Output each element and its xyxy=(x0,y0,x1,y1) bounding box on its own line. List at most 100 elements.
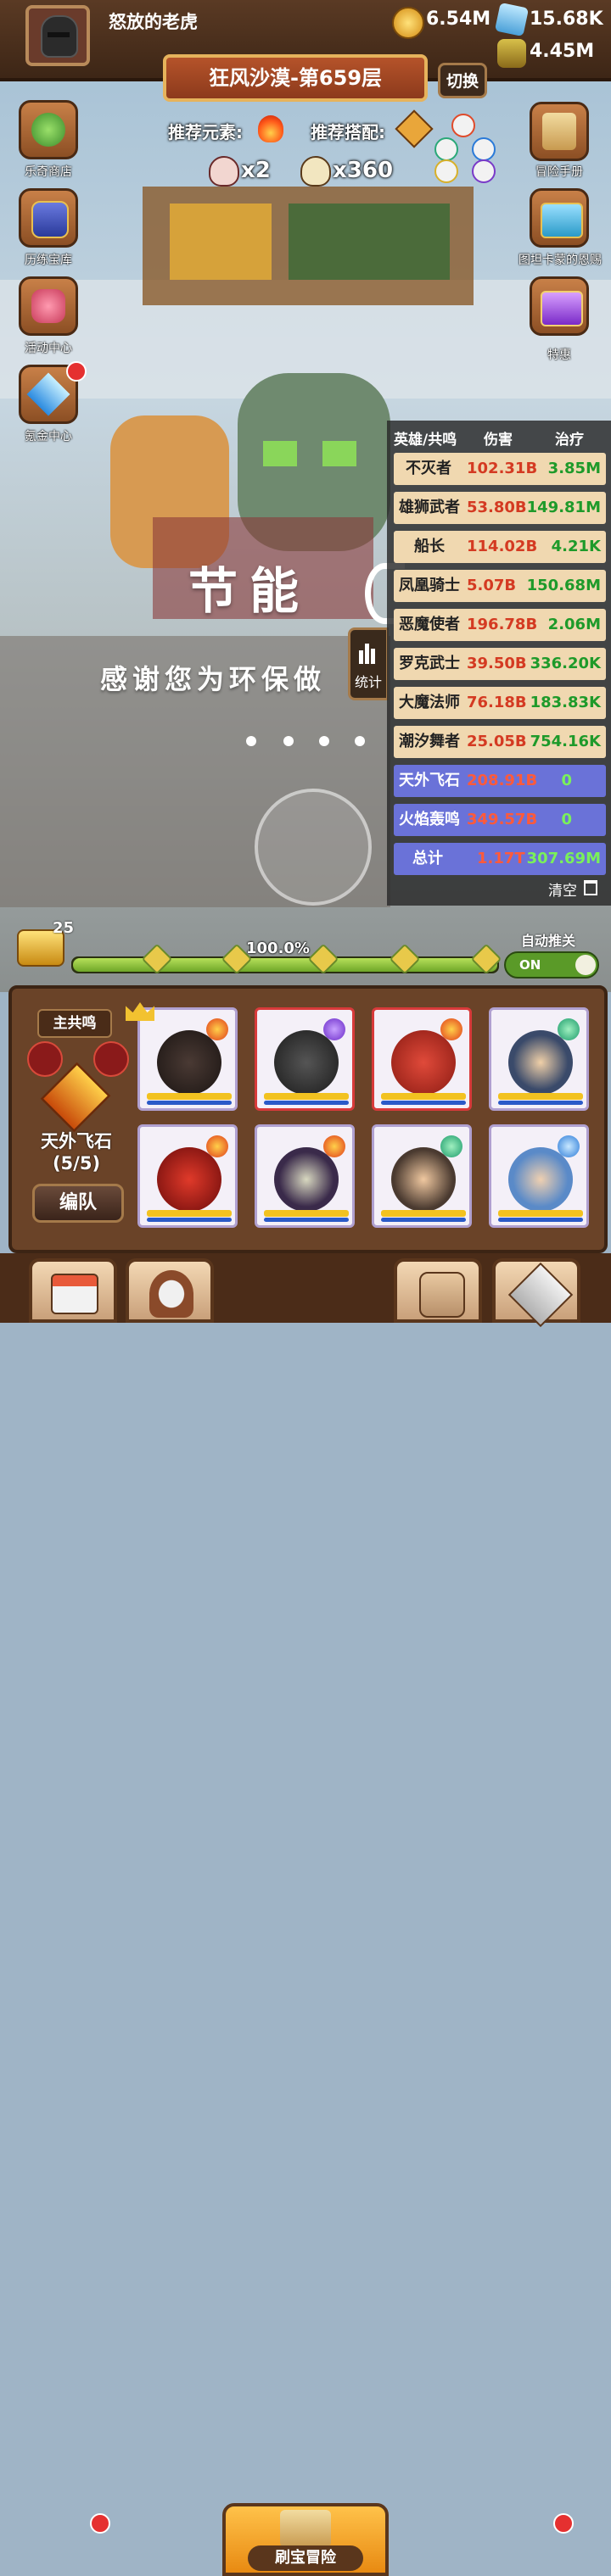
vault-icon xyxy=(31,201,69,238)
switch-level-button[interactable]: 切换 xyxy=(438,63,487,98)
crystal-amount: 15.68K xyxy=(530,8,603,30)
flower-bouquet-icon xyxy=(31,289,65,323)
notification-dot xyxy=(66,361,87,382)
skull-icon xyxy=(209,156,239,187)
row-name: 潮汐舞者 xyxy=(399,733,460,750)
resonance-name: 天外飞石 xyxy=(41,1131,112,1151)
lucky-shop-button[interactable] xyxy=(19,100,78,159)
level-banner: 狂风沙漠-第659层 xyxy=(163,54,428,102)
stats-row: 雄狮武者 53.80B 149.81M xyxy=(394,492,606,524)
toggle-knob xyxy=(575,955,596,975)
nav-adventure-label: 刷宝冒险 xyxy=(248,2545,363,2571)
shop-icon xyxy=(51,1274,98,1314)
adventure-manual-button[interactable] xyxy=(530,102,589,161)
hero-card[interactable] xyxy=(372,1124,472,1228)
nav-forge[interactable] xyxy=(492,1258,580,1328)
hero-hp-bar xyxy=(264,1210,349,1217)
clear-button[interactable]: 清空 xyxy=(548,878,597,900)
adventure-manual-label: 冒险手册 xyxy=(535,165,583,179)
nav-backpack[interactable] xyxy=(394,1258,482,1323)
nav-treasure-adventure[interactable]: 刷宝冒险 xyxy=(222,2503,389,2576)
event-center-button[interactable] xyxy=(19,276,78,336)
event-center-label: 活动中心 xyxy=(25,342,72,355)
trash-icon xyxy=(584,880,597,895)
hero-card[interactable] xyxy=(489,1124,589,1228)
row-heal: 0 xyxy=(561,811,572,828)
water-element-icon xyxy=(558,1135,580,1157)
potion-amount: 4.45M xyxy=(530,41,595,62)
hero-portrait xyxy=(157,1147,221,1212)
level-title: 狂风沙漠-第659层 xyxy=(208,66,383,90)
stats-row: 凤凰骑士 5.07B 150.68M xyxy=(394,570,606,602)
hero-card[interactable] xyxy=(137,1007,238,1111)
fire-element-icon xyxy=(440,1018,462,1040)
hero-card[interactable] xyxy=(489,1007,589,1111)
row-name: 罗克武士 xyxy=(399,655,460,672)
notification-dot xyxy=(553,2513,574,2534)
gift-chest-icon xyxy=(541,291,583,326)
hero-card[interactable] xyxy=(137,1124,238,1228)
hero-hp-bar xyxy=(147,1210,232,1217)
row-damage: 196.78B xyxy=(467,616,538,633)
formation-button[interactable]: 编队 xyxy=(32,1184,124,1223)
skull-count-normal: x360 xyxy=(333,158,394,183)
special-offer-button[interactable] xyxy=(530,276,589,336)
hero-portrait xyxy=(274,1147,339,1212)
stats-row: 恶魔使者 196.78B 2.06M xyxy=(394,609,606,641)
special-offer-label: 特惠 xyxy=(547,348,571,362)
hero-hp-bar xyxy=(498,1210,583,1217)
auto-advance-toggle[interactable]: ON xyxy=(504,951,599,979)
auto-advance-label: 自动推关 xyxy=(521,933,576,949)
row-name: 凤凰骑士 xyxy=(399,577,460,594)
resonance-skill-icon[interactable] xyxy=(93,1041,129,1077)
hero-hp-bar xyxy=(147,1093,232,1100)
recommend-combo-label: 推荐搭配: xyxy=(311,122,385,142)
row-damage: 208.91B xyxy=(467,772,538,789)
hero-portrait xyxy=(391,1030,456,1095)
skull-icon xyxy=(300,156,331,187)
diamond-icon xyxy=(26,372,70,416)
row-heal: 150.68M xyxy=(526,577,601,594)
row-heal: 2.06M xyxy=(547,616,601,633)
damage-stats-panel: 英雄/共鸣 伤害 治疗 不灭者 102.31B 3.85M 雄狮武者 53.80… xyxy=(387,421,611,906)
recommend-element-label: 推荐元素: xyxy=(168,122,243,142)
stats-tab[interactable]: 统计 xyxy=(348,627,389,700)
row-damage: 1.17T xyxy=(477,850,525,867)
player-avatar[interactable] xyxy=(25,5,90,66)
hero-card[interactable] xyxy=(372,1007,472,1111)
header-heal: 治疗 xyxy=(555,432,584,449)
hero-hp-bar xyxy=(381,1210,466,1217)
power-saving-title: 节能 xyxy=(188,562,311,620)
stats-row: 船长 114.02B 4.21K xyxy=(394,531,606,563)
hero-portrait xyxy=(508,1147,573,1212)
scroll-icon xyxy=(542,113,576,150)
chest-count: 25 xyxy=(53,919,75,937)
nav-heroes[interactable] xyxy=(126,1258,214,1323)
loading-dots xyxy=(246,734,365,748)
row-name: 火焰轰鸣 xyxy=(399,811,460,828)
premium-center-label: 氪金中心 xyxy=(25,430,72,443)
row-damage: 114.02B xyxy=(467,538,538,555)
gold-coin-icon xyxy=(392,7,424,39)
hero-mana-bar xyxy=(147,1218,232,1222)
hero-card[interactable] xyxy=(255,1007,355,1111)
row-name: 恶魔使者 xyxy=(399,616,460,633)
potion-jar-icon xyxy=(497,39,526,68)
stats-row-resonance: 天外飞石 208.91B 0 xyxy=(394,765,606,797)
tutankhamun-gift-button[interactable] xyxy=(530,188,589,248)
row-heal: 3.85M xyxy=(547,460,601,477)
backpack-icon xyxy=(419,1272,465,1318)
stage-progress-bar xyxy=(71,956,499,973)
hammer-icon xyxy=(507,1262,574,1328)
hero-portrait-icon xyxy=(149,1270,193,1318)
nav-shop[interactable] xyxy=(29,1258,117,1323)
training-vault-button[interactable] xyxy=(19,188,78,248)
row-heal: 183.83K xyxy=(530,694,601,711)
fire-element-icon xyxy=(206,1135,228,1157)
row-name: 天外飞石 xyxy=(399,772,460,789)
stage-progress-fill xyxy=(73,958,497,972)
stats-tab-label: 统计 xyxy=(354,674,382,690)
resonance-skill-icon[interactable] xyxy=(27,1041,63,1077)
hero-card[interactable] xyxy=(255,1124,355,1228)
row-name: 大魔法师 xyxy=(399,694,460,711)
